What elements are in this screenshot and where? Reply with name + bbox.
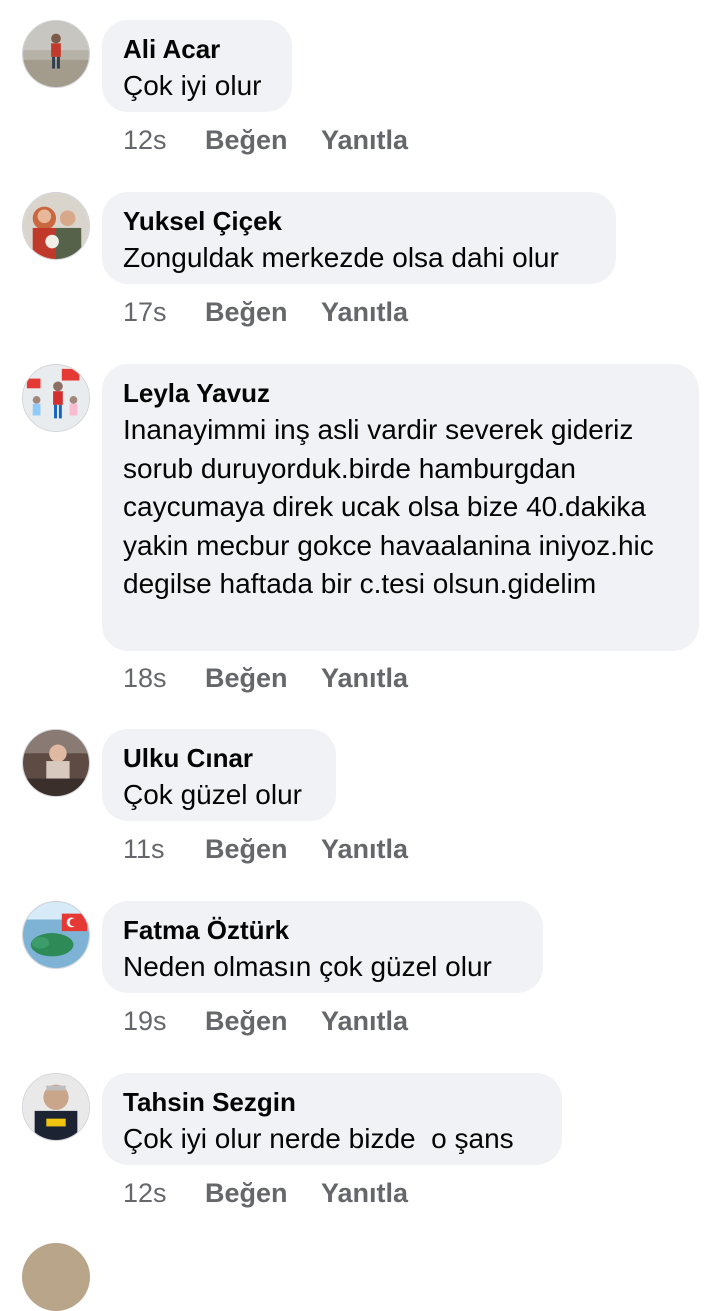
comment-actions: 19s Beğen Yanıtla (123, 1003, 408, 1039)
reply-button[interactable]: Yanıtla (321, 1003, 408, 1039)
reply-button[interactable]: Yanıtla (321, 660, 408, 696)
reply-button[interactable]: Yanıtla (321, 1175, 408, 1211)
like-button[interactable]: Beğen (205, 122, 321, 158)
comment-time: 11s (123, 834, 165, 864)
commenter-name[interactable]: Fatma Öztürk (123, 912, 521, 948)
comment-time: 17s (123, 297, 167, 327)
comment-text: Neden olmasın çok güzel olur (123, 951, 492, 982)
commenter-name[interactable]: Yuksel Çiçek (123, 203, 594, 239)
comment-actions: 12s Beğen Yanıtla (123, 122, 408, 158)
comment-text: Zonguldak merkezde olsa dahi olur (123, 242, 559, 273)
comment-actions: 18s Beğen Yanıtla (123, 660, 408, 696)
reply-button[interactable]: Yanıtla (321, 122, 408, 158)
commenter-name[interactable]: Leyla Yavuz (123, 375, 677, 411)
avatar[interactable] (22, 729, 90, 797)
comment-bubble: Ulku Cınar Çok güzel olur (102, 729, 336, 821)
commenter-name[interactable]: Tahsin Sezgin (123, 1084, 540, 1120)
comment-time: 18s (123, 663, 167, 693)
avatar[interactable] (22, 20, 90, 88)
like-button[interactable]: Beğen (205, 294, 321, 330)
avatar[interactable] (22, 1243, 90, 1311)
comment-time: 12s (123, 125, 167, 155)
comment-bubble: Fatma Öztürk Neden olmasın çok güzel olu… (102, 901, 543, 993)
like-button[interactable]: Beğen (205, 1003, 321, 1039)
commenter-name[interactable]: Ulku Cınar (123, 740, 314, 776)
comment-text: Inanayimmi inş asli vardir severek gider… (123, 414, 662, 600)
comment-text: Çok güzel olur (123, 779, 302, 810)
comment-bubble: Yuksel Çiçek Zonguldak merkezde olsa dah… (102, 192, 616, 284)
reply-button[interactable]: Yanıtla (321, 294, 408, 330)
comment-time: 12s (123, 1178, 167, 1208)
avatar[interactable] (22, 364, 90, 432)
comment-text: Çok iyi olur nerde bizde o şans (123, 1123, 514, 1154)
comment-actions: 11s Beğen Yanıtla (123, 831, 408, 867)
comment-bubble: Tahsin Sezgin Çok iyi olur nerde bizde o… (102, 1073, 562, 1165)
avatar[interactable] (22, 901, 90, 969)
like-button[interactable]: Beğen (205, 831, 321, 867)
comment-actions: 17s Beğen Yanıtla (123, 294, 408, 330)
like-button[interactable]: Beğen (205, 660, 321, 696)
reply-button[interactable]: Yanıtla (321, 831, 408, 867)
comment-bubble: Ali Acar Çok iyi olur (102, 20, 292, 112)
commenter-name[interactable]: Ali Acar (123, 31, 270, 67)
like-button[interactable]: Beğen (205, 1175, 321, 1211)
comment-time: 19s (123, 1006, 167, 1036)
comment-text: Çok iyi olur (123, 70, 262, 101)
comment-actions: 12s Beğen Yanıtla (123, 1175, 408, 1211)
avatar[interactable] (22, 192, 90, 260)
avatar[interactable] (22, 1073, 90, 1141)
comment-bubble: Leyla Yavuz Inanayimmi inş asli vardir s… (102, 364, 699, 651)
